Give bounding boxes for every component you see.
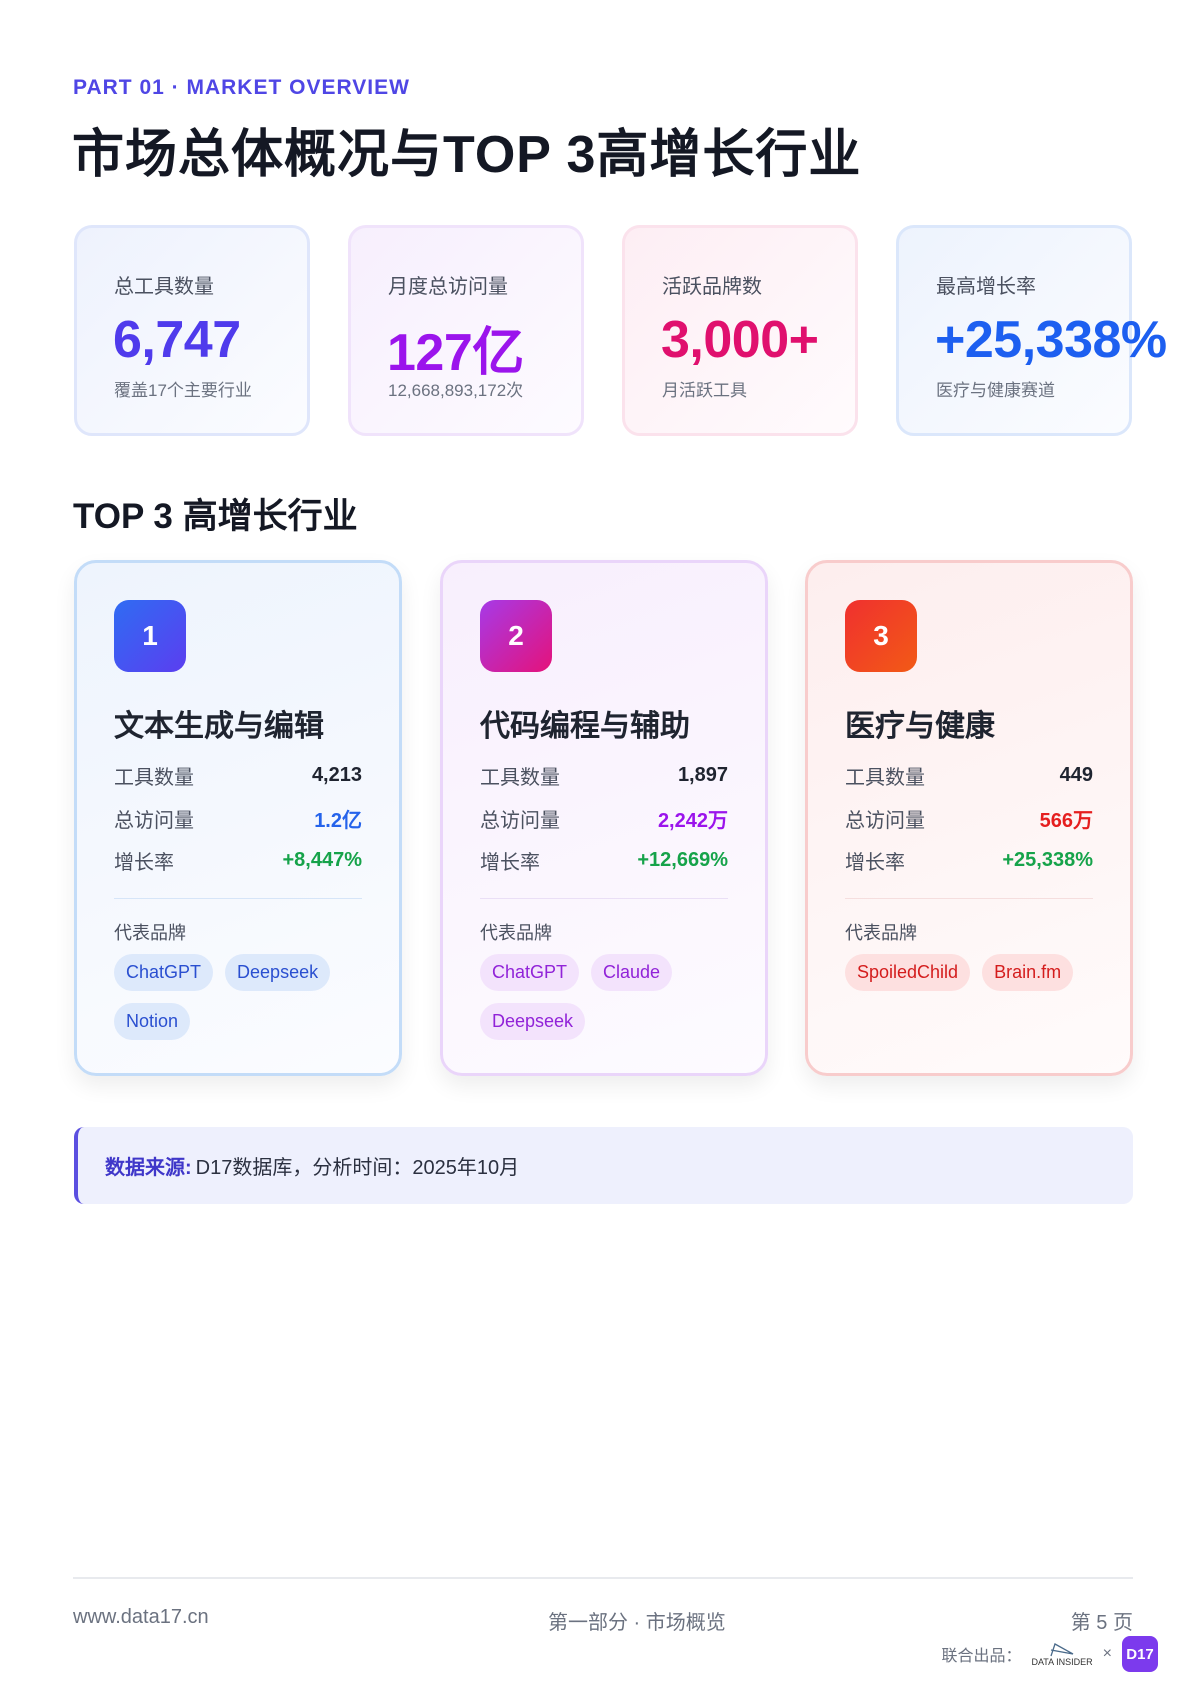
footer-section: 第一部分 · 市场概览	[548, 1612, 726, 1634]
row-label: 增长率	[480, 852, 540, 874]
section-title: TOP 3 高增长行业	[73, 497, 358, 536]
rank-badge: 3	[845, 600, 917, 672]
tool-count: 449	[1059, 764, 1093, 786]
total-visits: 566万	[1039, 810, 1093, 832]
brands-label: 代表品牌	[114, 923, 186, 943]
industry-card-2: 2 代码编程与辅助 工具数量 1,897 总访问量 2,242万 增长率 +12,66…	[440, 560, 768, 1076]
stat-card-max-growth: 最高增长率 +25,338% 医疗与健康赛道	[896, 225, 1167, 436]
stat-card-active-brands: 活跃品牌数 3,000+ 月活跃工具	[622, 225, 858, 436]
divider	[845, 898, 1093, 899]
page-title: 市场总体概况与TOP 3高增长行业	[72, 126, 862, 184]
brands-label: 代表品牌	[480, 923, 552, 943]
stat-sub: 医疗与健康赛道	[936, 381, 1055, 400]
brand-tag[interactable]: Deepseek	[225, 954, 331, 991]
industry-name: 代码编程与辅助	[480, 710, 690, 743]
source-label: 数据来源:	[105, 1157, 192, 1179]
industry-name: 文本生成与编辑	[114, 710, 324, 743]
growth-rate: +25,338%	[1002, 849, 1093, 871]
growth-rate: +8,447%	[282, 849, 362, 871]
tool-count: 4,213	[311, 764, 362, 786]
rank-badge: 1	[114, 600, 186, 672]
data-insider-logo: DATA INSIDER	[1031, 1642, 1093, 1667]
times-sign: ×	[1102, 1645, 1112, 1662]
stat-card-total-tools: 总工具数量 6,747 覆盖17个主要行业	[74, 225, 310, 436]
stat-label: 活跃品牌数	[662, 276, 762, 298]
row-label: 总访问量	[845, 810, 925, 832]
row-label: 增长率	[114, 852, 174, 874]
brand-tag[interactable]: ChatGPT	[114, 954, 214, 991]
industry-card-1: 1 文本生成与编辑 工具数量 4,213 总访问量 1.2亿 增长率 +8,447% …	[74, 560, 402, 1076]
row-label: 总访问量	[480, 810, 560, 832]
stat-label: 总工具数量	[114, 276, 214, 298]
footer-url[interactable]: www.data17.cn	[73, 1606, 209, 1629]
row-label: 总访问量	[114, 810, 194, 832]
stat-sub: 覆盖17个主要行业	[114, 381, 252, 400]
row-label: 工具数量	[480, 767, 560, 789]
total-visits: 2,242万	[657, 810, 728, 832]
page-number: 第 5 页	[1070, 1612, 1133, 1634]
data-source-note: 数据来源: D17数据库，分析时间：2025年10月	[74, 1127, 1133, 1204]
stat-sub: 月活跃工具	[662, 381, 747, 400]
brand-tag[interactable]: SpoiledChild	[845, 954, 971, 991]
tool-count: 1,897	[677, 764, 728, 786]
divider	[114, 898, 362, 899]
stat-value: 127亿	[387, 324, 524, 382]
row-label: 增长率	[845, 852, 905, 874]
brand-tag[interactable]: Claude	[591, 954, 673, 991]
total-visits: 1.2亿	[314, 810, 362, 832]
data-insider-text: DATA INSIDER	[1031, 1656, 1093, 1667]
industry-card-3: 3 医疗与健康 工具数量 449 总访问量 566万 增长率 +25,338% 代表品…	[805, 560, 1133, 1076]
stat-label: 最高增长率	[936, 276, 1036, 298]
stat-value: +25,338%	[935, 311, 1167, 369]
brands-label: 代表品牌	[845, 923, 917, 943]
stat-label: 月度总访问量	[388, 276, 508, 298]
brand-tag[interactable]: ChatGPT	[480, 954, 580, 991]
source-text: D17数据库，分析时间：2025年10月	[195, 1157, 520, 1179]
stat-sub: 12,668,893,172次	[388, 381, 524, 400]
row-label: 工具数量	[845, 767, 925, 789]
stat-card-monthly-visits: 月度总访问量 127亿 12,668,893,172次	[348, 225, 584, 436]
growth-rate: +12,669%	[637, 849, 728, 871]
divider	[480, 898, 728, 899]
row-label: 工具数量	[114, 767, 194, 789]
joint-label: 联合出品：	[941, 1648, 1022, 1665]
d17-logo: D17	[1122, 1636, 1158, 1672]
brand-tag[interactable]: Deepseek	[480, 1003, 586, 1040]
part-label: PART 01 · MARKET OVERVIEW	[73, 76, 410, 99]
joint-producers: 联合出品： DATA INSIDER × D17	[941, 1636, 1158, 1672]
footer-divider	[73, 1577, 1133, 1579]
rank-badge: 2	[480, 600, 552, 672]
brand-tag[interactable]: Brain.fm	[982, 954, 1074, 991]
brand-tag[interactable]: Notion	[114, 1003, 191, 1040]
stat-value: 3,000+	[661, 311, 819, 369]
data-insider-mark-icon	[1050, 1642, 1074, 1656]
stat-value: 6,747	[113, 311, 241, 369]
industry-name: 医疗与健康	[845, 710, 995, 743]
